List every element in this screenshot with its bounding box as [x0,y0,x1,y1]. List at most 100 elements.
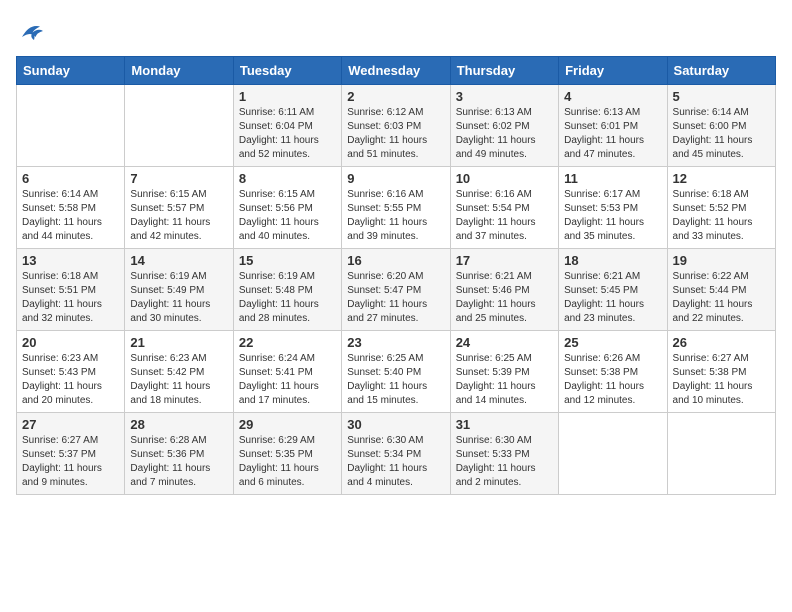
day-detail: Sunrise: 6:27 AMSunset: 5:37 PMDaylight:… [22,434,119,490]
day-detail: Sunrise: 6:14 AMSunset: 5:58 PMDaylight:… [22,188,119,244]
day-detail: Sunrise: 6:29 AMSunset: 5:35 PMDaylight:… [239,434,336,490]
calendar-cell: 24 Sunrise: 6:25 AMSunset: 5:39 PMDaylig… [450,331,558,413]
day-number: 2 [347,89,444,104]
day-number: 30 [347,417,444,432]
day-number: 24 [456,335,553,350]
day-number: 31 [456,417,553,432]
calendar-week-row: 20 Sunrise: 6:23 AMSunset: 5:43 PMDaylig… [17,331,776,413]
calendar-week-row: 6 Sunrise: 6:14 AMSunset: 5:58 PMDayligh… [17,167,776,249]
day-number: 21 [130,335,227,350]
calendar-cell: 31 Sunrise: 6:30 AMSunset: 5:33 PMDaylig… [450,413,558,495]
calendar-cell: 22 Sunrise: 6:24 AMSunset: 5:41 PMDaylig… [233,331,341,413]
day-detail: Sunrise: 6:21 AMSunset: 5:45 PMDaylight:… [564,270,661,326]
day-number: 1 [239,89,336,104]
day-number: 12 [673,171,770,186]
calendar-cell: 19 Sunrise: 6:22 AMSunset: 5:44 PMDaylig… [667,249,775,331]
calendar-cell: 15 Sunrise: 6:19 AMSunset: 5:48 PMDaylig… [233,249,341,331]
day-number: 27 [22,417,119,432]
day-detail: Sunrise: 6:22 AMSunset: 5:44 PMDaylight:… [673,270,770,326]
calendar-cell: 6 Sunrise: 6:14 AMSunset: 5:58 PMDayligh… [17,167,125,249]
day-number: 6 [22,171,119,186]
day-detail: Sunrise: 6:14 AMSunset: 6:00 PMDaylight:… [673,106,770,162]
page-header [16,16,776,46]
calendar-cell: 11 Sunrise: 6:17 AMSunset: 5:53 PMDaylig… [559,167,667,249]
calendar-cell: 14 Sunrise: 6:19 AMSunset: 5:49 PMDaylig… [125,249,233,331]
weekday-header-thursday: Thursday [450,57,558,85]
day-detail: Sunrise: 6:16 AMSunset: 5:54 PMDaylight:… [456,188,553,244]
logo-icon [16,16,46,46]
day-number: 14 [130,253,227,268]
calendar-cell: 4 Sunrise: 6:13 AMSunset: 6:01 PMDayligh… [559,85,667,167]
calendar-cell: 25 Sunrise: 6:26 AMSunset: 5:38 PMDaylig… [559,331,667,413]
day-number: 11 [564,171,661,186]
day-number: 7 [130,171,227,186]
day-detail: Sunrise: 6:17 AMSunset: 5:53 PMDaylight:… [564,188,661,244]
day-number: 4 [564,89,661,104]
weekday-header-monday: Monday [125,57,233,85]
day-detail: Sunrise: 6:18 AMSunset: 5:51 PMDaylight:… [22,270,119,326]
calendar-cell: 12 Sunrise: 6:18 AMSunset: 5:52 PMDaylig… [667,167,775,249]
calendar-cell: 8 Sunrise: 6:15 AMSunset: 5:56 PMDayligh… [233,167,341,249]
day-detail: Sunrise: 6:15 AMSunset: 5:57 PMDaylight:… [130,188,227,244]
calendar-cell [559,413,667,495]
day-number: 20 [22,335,119,350]
calendar-cell [667,413,775,495]
day-detail: Sunrise: 6:13 AMSunset: 6:02 PMDaylight:… [456,106,553,162]
calendar-cell: 21 Sunrise: 6:23 AMSunset: 5:42 PMDaylig… [125,331,233,413]
calendar-week-row: 13 Sunrise: 6:18 AMSunset: 5:51 PMDaylig… [17,249,776,331]
weekday-header-tuesday: Tuesday [233,57,341,85]
day-detail: Sunrise: 6:30 AMSunset: 5:33 PMDaylight:… [456,434,553,490]
day-detail: Sunrise: 6:12 AMSunset: 6:03 PMDaylight:… [347,106,444,162]
day-detail: Sunrise: 6:25 AMSunset: 5:40 PMDaylight:… [347,352,444,408]
day-number: 23 [347,335,444,350]
day-number: 10 [456,171,553,186]
day-detail: Sunrise: 6:28 AMSunset: 5:36 PMDaylight:… [130,434,227,490]
calendar-cell: 5 Sunrise: 6:14 AMSunset: 6:00 PMDayligh… [667,85,775,167]
day-detail: Sunrise: 6:30 AMSunset: 5:34 PMDaylight:… [347,434,444,490]
logo [16,16,50,46]
day-number: 18 [564,253,661,268]
day-number: 22 [239,335,336,350]
weekday-header-sunday: Sunday [17,57,125,85]
day-detail: Sunrise: 6:16 AMSunset: 5:55 PMDaylight:… [347,188,444,244]
day-detail: Sunrise: 6:11 AMSunset: 6:04 PMDaylight:… [239,106,336,162]
weekday-header-row: SundayMondayTuesdayWednesdayThursdayFrid… [17,57,776,85]
calendar-cell: 20 Sunrise: 6:23 AMSunset: 5:43 PMDaylig… [17,331,125,413]
day-detail: Sunrise: 6:23 AMSunset: 5:42 PMDaylight:… [130,352,227,408]
day-detail: Sunrise: 6:23 AMSunset: 5:43 PMDaylight:… [22,352,119,408]
day-number: 16 [347,253,444,268]
weekday-header-saturday: Saturday [667,57,775,85]
calendar-cell: 23 Sunrise: 6:25 AMSunset: 5:40 PMDaylig… [342,331,450,413]
day-number: 25 [564,335,661,350]
calendar-cell: 1 Sunrise: 6:11 AMSunset: 6:04 PMDayligh… [233,85,341,167]
calendar-cell: 3 Sunrise: 6:13 AMSunset: 6:02 PMDayligh… [450,85,558,167]
calendar-cell: 30 Sunrise: 6:30 AMSunset: 5:34 PMDaylig… [342,413,450,495]
day-number: 26 [673,335,770,350]
day-detail: Sunrise: 6:21 AMSunset: 5:46 PMDaylight:… [456,270,553,326]
calendar-cell: 26 Sunrise: 6:27 AMSunset: 5:38 PMDaylig… [667,331,775,413]
calendar-cell: 28 Sunrise: 6:28 AMSunset: 5:36 PMDaylig… [125,413,233,495]
calendar-week-row: 1 Sunrise: 6:11 AMSunset: 6:04 PMDayligh… [17,85,776,167]
calendar-cell: 17 Sunrise: 6:21 AMSunset: 5:46 PMDaylig… [450,249,558,331]
calendar-cell: 2 Sunrise: 6:12 AMSunset: 6:03 PMDayligh… [342,85,450,167]
day-detail: Sunrise: 6:24 AMSunset: 5:41 PMDaylight:… [239,352,336,408]
weekday-header-wednesday: Wednesday [342,57,450,85]
calendar-cell: 29 Sunrise: 6:29 AMSunset: 5:35 PMDaylig… [233,413,341,495]
weekday-header-friday: Friday [559,57,667,85]
calendar-cell [17,85,125,167]
calendar-table: SundayMondayTuesdayWednesdayThursdayFrid… [16,56,776,495]
day-number: 17 [456,253,553,268]
day-number: 19 [673,253,770,268]
calendar-cell: 10 Sunrise: 6:16 AMSunset: 5:54 PMDaylig… [450,167,558,249]
day-number: 28 [130,417,227,432]
day-number: 8 [239,171,336,186]
day-number: 9 [347,171,444,186]
calendar-cell: 16 Sunrise: 6:20 AMSunset: 5:47 PMDaylig… [342,249,450,331]
day-detail: Sunrise: 6:19 AMSunset: 5:48 PMDaylight:… [239,270,336,326]
calendar-week-row: 27 Sunrise: 6:27 AMSunset: 5:37 PMDaylig… [17,413,776,495]
calendar-cell: 9 Sunrise: 6:16 AMSunset: 5:55 PMDayligh… [342,167,450,249]
calendar-cell: 18 Sunrise: 6:21 AMSunset: 5:45 PMDaylig… [559,249,667,331]
day-number: 5 [673,89,770,104]
day-detail: Sunrise: 6:18 AMSunset: 5:52 PMDaylight:… [673,188,770,244]
day-number: 13 [22,253,119,268]
